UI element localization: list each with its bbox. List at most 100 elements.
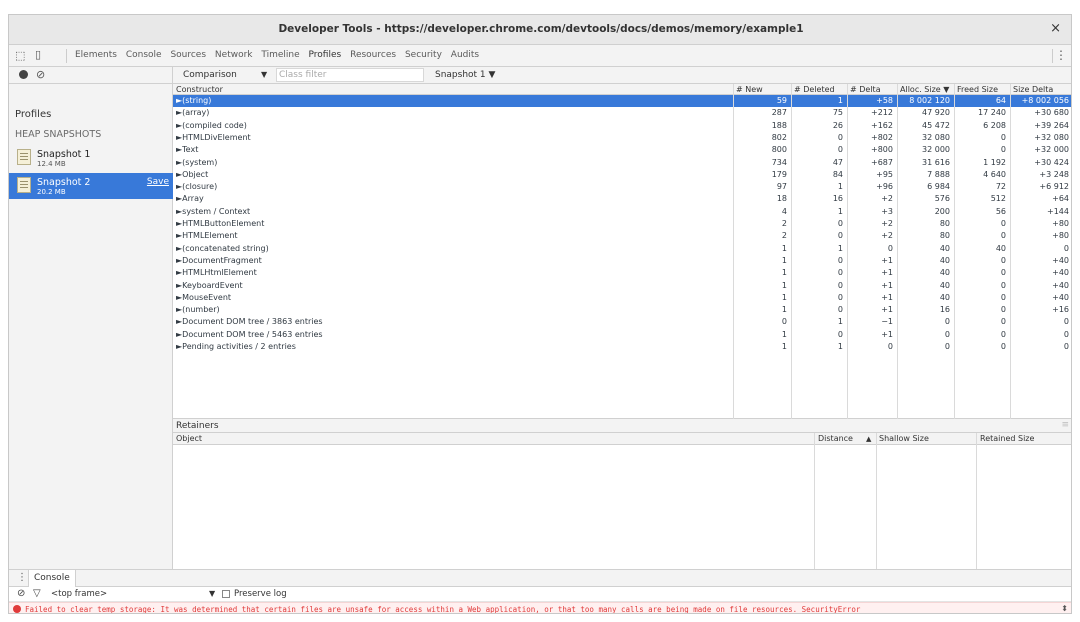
table-row[interactable]: ►Object 179 84 +95 7 888 4 640 +3 248: [173, 169, 1071, 181]
window-title: Developer Tools - https://developer.chro…: [278, 23, 804, 35]
alloc-size-cell: 40: [939, 243, 950, 253]
context-select[interactable]: <top frame>: [51, 589, 107, 599]
table-row[interactable]: ►Document DOM tree / 5463 entries 1 0 +1 0 0 0: [173, 329, 1071, 341]
deleted-count-cell: 0: [837, 231, 843, 241]
base-snapshot-select[interactable]: Snapshot 1 ▼: [435, 70, 495, 80]
freed-size-cell: 0: [1000, 145, 1006, 155]
tab-timeline[interactable]: Timeline: [261, 50, 299, 60]
table-row[interactable]: ►HTMLHtmlElement 1 0 +1 40 0 +40: [173, 267, 1071, 279]
table-row[interactable]: ►HTMLElement 2 0 +2 80 0 +80: [173, 230, 1071, 242]
table-row[interactable]: ►Text 800 0 +800 32 000 0 +32 000: [173, 144, 1071, 156]
table-row[interactable]: ►(closure) 97 1 +96 6 984 72 +6 912: [173, 181, 1071, 193]
delta-cell: +1: [881, 280, 893, 290]
table-row[interactable]: ►(concatenated string) 1 1 0 40 40 0: [173, 243, 1071, 255]
alloc-size-cell: 32 080: [922, 132, 950, 142]
delta-cell: +802: [871, 132, 893, 142]
new-count-cell: 59: [776, 96, 787, 105]
table-row[interactable]: ►(array) 287 75 +212 47 920 17 240 +30 680: [173, 107, 1071, 119]
close-icon[interactable]: ×: [1050, 21, 1061, 36]
freed-size-cell: 6 208: [983, 120, 1006, 130]
tab-console[interactable]: Console: [126, 50, 162, 60]
column-header-size-delta[interactable]: Size Delta: [1013, 85, 1053, 94]
constructor-cell: ►Pending activities / 2 entries: [176, 342, 296, 351]
column-header-retained-size[interactable]: Retained Size: [980, 434, 1034, 443]
chevron-down-icon[interactable]: ▼: [209, 589, 215, 598]
table-row[interactable]: ►(compiled code) 188 26 +162 45 472 6 208 +39 …: [173, 120, 1071, 132]
drawer-menu-icon[interactable]: ⋮: [17, 572, 27, 583]
column-header-new[interactable]: # New: [736, 85, 763, 94]
size-delta-cell: +40: [1052, 255, 1069, 265]
tab-audits[interactable]: Audits: [451, 50, 479, 60]
column-header-delta[interactable]: # Delta: [850, 85, 881, 94]
table-row[interactable]: ►HTMLButtonElement 2 0 +2 80 0 +80: [173, 218, 1071, 230]
tab-profiles[interactable]: Profiles: [309, 50, 342, 60]
constructor-cell: ►Array: [176, 194, 204, 204]
column-divider: [897, 84, 898, 419]
tab-elements[interactable]: Elements: [75, 50, 117, 60]
tab-sources[interactable]: Sources: [170, 50, 206, 60]
tab-security[interactable]: Security: [405, 50, 442, 60]
deleted-count-cell: 0: [837, 268, 843, 278]
alloc-size-cell: 576: [934, 194, 950, 204]
device-mode-icon[interactable]: ▯: [35, 48, 41, 61]
scroll-icon[interactable]: ⬍: [1061, 604, 1068, 613]
table-row[interactable]: ►system / Context 4 1 +3 200 56 +144: [173, 206, 1071, 218]
table-row[interactable]: ►Pending activities / 2 entries 1 1 0 0 0 0: [173, 341, 1071, 353]
deleted-count-cell: 0: [837, 255, 843, 265]
column-header-shallow-size[interactable]: Shallow Size: [879, 434, 929, 443]
table-row-selected[interactable]: ►(string) 59 1 +58 8 002 120 64 +8 002 056: [173, 95, 1071, 108]
preserve-log-checkbox[interactable]: [222, 590, 230, 598]
size-delta-cell: +16: [1052, 305, 1069, 315]
drawer-tabs: ⋮ Console: [9, 570, 1071, 587]
snapshot-name: Snapshot 1: [37, 149, 91, 160]
delta-cell: +3: [881, 206, 893, 216]
more-options-icon[interactable]: ⋮: [1055, 48, 1067, 62]
column-header-object[interactable]: Object: [176, 434, 202, 443]
alloc-size-cell: 40: [939, 292, 950, 302]
freed-size-cell: 0: [1000, 317, 1006, 327]
alloc-size-cell: 6 984: [927, 182, 950, 192]
snapshot-item-selected[interactable]: Snapshot 2 20.2 MB Save: [9, 173, 173, 199]
freed-size-cell: 0: [1000, 231, 1006, 241]
class-filter-input[interactable]: [276, 68, 424, 82]
alloc-size-cell: 80: [939, 231, 950, 241]
table-row[interactable]: ►DocumentFragment 1 0 +1 40 0 +40: [173, 255, 1071, 267]
column-header-constructor[interactable]: Constructor: [176, 85, 223, 94]
tab-console-drawer[interactable]: Console: [28, 570, 76, 587]
deleted-count-cell: 0: [837, 292, 843, 302]
snapshot-item[interactable]: Snapshot 1 12.4 MB: [9, 145, 173, 171]
freed-size-cell: 512: [990, 194, 1006, 204]
resize-grip-icon[interactable]: ≡: [1061, 420, 1069, 430]
tab-resources[interactable]: Resources: [350, 50, 396, 60]
heap-snapshot-view: Comparison ▼ Snapshot 1 ▼ Constructor # …: [173, 67, 1071, 569]
save-snapshot-link[interactable]: Save: [147, 177, 169, 187]
deleted-count-cell: 47: [832, 157, 843, 167]
sidebar-toolbar: ⊘: [9, 67, 172, 84]
freed-size-cell: 1 192: [983, 157, 1006, 167]
table-row[interactable]: ►(number) 1 0 +1 16 0 +16: [173, 304, 1071, 316]
alloc-size-cell: 0: [944, 329, 950, 339]
table-row[interactable]: ►KeyboardEvent 1 0 +1 40 0 +40: [173, 280, 1071, 292]
table-row[interactable]: ►MouseEvent 1 0 +1 40 0 +40: [173, 292, 1071, 304]
chevron-down-icon[interactable]: ▼: [261, 70, 267, 79]
clear-all-icon[interactable]: ⊘: [36, 68, 45, 81]
column-header-distance[interactable]: Distance: [818, 434, 853, 443]
deleted-count-cell: 1: [837, 317, 843, 327]
tab-network[interactable]: Network: [215, 50, 253, 60]
column-header-freed-size[interactable]: Freed Size: [957, 85, 998, 94]
error-icon: [13, 605, 21, 613]
table-row[interactable]: ►HTMLDivElement 802 0 +802 32 080 0 +32 080: [173, 132, 1071, 144]
console-toolbar: ⊘ ▽ <top frame> ▼ Preserve log: [9, 587, 1071, 602]
table-row[interactable]: ►(system) 734 47 +687 31 616 1 192 +30 424: [173, 157, 1071, 169]
constructor-cell: ►HTMLDivElement: [176, 132, 251, 142]
table-row[interactable]: ►Array 18 16 +2 576 512 +64: [173, 193, 1071, 205]
inspect-element-icon[interactable]: ⬚: [15, 49, 25, 62]
column-header-alloc-size[interactable]: Alloc. Size ▼: [900, 85, 949, 94]
filter-icon[interactable]: ▽: [33, 588, 41, 599]
table-row[interactable]: ►Document DOM tree / 3863 entries 0 1 −1 0 0 0: [173, 316, 1071, 328]
record-icon[interactable]: [19, 70, 28, 79]
column-header-deleted[interactable]: # Deleted: [794, 85, 835, 94]
view-mode-select[interactable]: Comparison: [183, 70, 237, 80]
clear-console-icon[interactable]: ⊘: [17, 588, 25, 599]
delta-cell: −1: [881, 317, 893, 327]
